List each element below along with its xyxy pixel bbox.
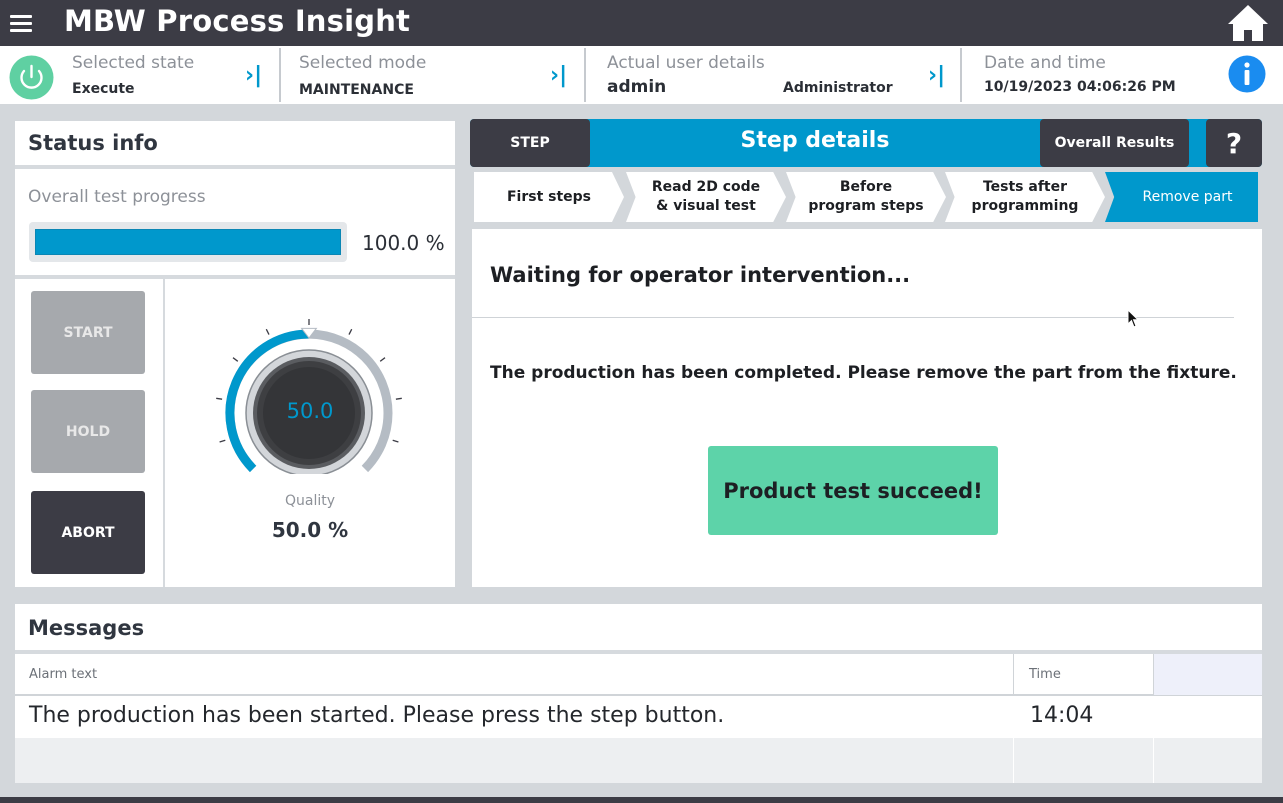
time-header[interactable]: Time xyxy=(1029,667,1061,682)
hold-button[interactable]: HOLD xyxy=(31,390,145,473)
table-row[interactable]: The production has been started. Please … xyxy=(15,696,1262,738)
messages-title: Messages xyxy=(28,616,145,640)
state-chevron-icon[interactable]: ›| xyxy=(245,65,262,87)
step-tests-after-programming[interactable]: Tests after programming xyxy=(945,172,1105,222)
divider xyxy=(279,48,281,102)
app-window: MBW Process Insight Selected state Execu… xyxy=(0,0,1283,803)
blank-header-cell xyxy=(1154,654,1262,695)
power-icon[interactable] xyxy=(9,55,54,100)
progress-fill xyxy=(35,229,341,255)
divider xyxy=(1013,654,1014,696)
alarm-text-header[interactable]: Alarm text xyxy=(29,667,97,682)
selected-mode-value: MAINTENANCE xyxy=(299,82,414,98)
top-bar: MBW Process Insight xyxy=(0,0,1283,46)
selected-state-label: Selected state xyxy=(72,53,195,73)
divider xyxy=(960,48,962,102)
home-icon[interactable] xyxy=(1226,3,1270,43)
user-role: Administrator xyxy=(783,80,893,96)
divider xyxy=(472,317,1234,318)
product-test-result-button[interactable]: Product test succeed! xyxy=(708,446,998,535)
gauge-tick xyxy=(379,357,386,362)
progress-bar xyxy=(29,222,347,262)
user-name: admin xyxy=(607,77,667,97)
gauge-tick xyxy=(219,439,226,443)
messages-panel: Messages Alarm text Time The production … xyxy=(15,604,1262,783)
progress-value: 100.0 % xyxy=(362,231,445,255)
divider xyxy=(1153,738,1154,783)
divider xyxy=(15,165,455,169)
selected-state-value: Execute xyxy=(72,81,135,97)
overall-results-button[interactable]: Overall Results xyxy=(1040,119,1189,167)
quality-gauge xyxy=(216,319,402,474)
divider xyxy=(15,275,455,279)
bottom-border xyxy=(0,797,1283,803)
abort-button[interactable]: ABORT xyxy=(31,491,145,574)
step-before-program[interactable]: Before program steps xyxy=(786,172,946,222)
table-header: Alarm text Time xyxy=(15,654,1262,696)
step-read-2d-code[interactable]: Read 2D code & visual test xyxy=(626,172,786,222)
info-bar: Selected state Execute ›| Selected mode … xyxy=(0,46,1283,104)
divider xyxy=(163,279,165,587)
datetime-label: Date and time xyxy=(984,53,1106,73)
user-chevron-icon[interactable]: ›| xyxy=(928,65,945,87)
datetime-value: 10/19/2023 04:06:26 PM xyxy=(984,79,1176,95)
step-button[interactable]: STEP xyxy=(470,119,590,167)
selected-mode-label: Selected mode xyxy=(299,53,427,73)
divider xyxy=(584,48,586,102)
step-heading: Waiting for operator intervention... xyxy=(490,263,911,287)
step-first-steps[interactable]: First steps xyxy=(474,172,624,222)
table-row-empty xyxy=(15,738,1262,783)
gauge-tick xyxy=(265,328,270,335)
step-remove-part[interactable]: Remove part xyxy=(1105,172,1258,222)
quality-label: Quality xyxy=(284,493,336,509)
status-info-panel: Status info Overall test progress 100.0 … xyxy=(15,121,455,587)
divider xyxy=(1013,738,1014,783)
mode-chevron-icon[interactable]: ›| xyxy=(550,65,567,87)
gauge-tick xyxy=(395,397,402,400)
step-content-panel: Waiting for operator intervention... The… xyxy=(472,229,1262,587)
user-details-label: Actual user details xyxy=(607,53,765,73)
help-button[interactable]: ? xyxy=(1206,119,1262,167)
gauge-tick xyxy=(392,439,399,443)
app-title: MBW Process Insight xyxy=(64,4,411,38)
step-breadcrumb: First steps Read 2D code & visual test B… xyxy=(470,170,1262,226)
gauge-value: 50.0 xyxy=(286,399,334,423)
quality-value: 50.0 % xyxy=(271,518,349,542)
gauge-tick xyxy=(232,357,239,362)
mouse-cursor-icon xyxy=(1127,309,1140,328)
menu-icon[interactable] xyxy=(10,15,32,32)
info-icon[interactable] xyxy=(1228,55,1266,93)
start-button[interactable]: START xyxy=(31,291,145,374)
step-details-title: Step details xyxy=(740,128,890,153)
alarm-text-cell: The production has been started. Please … xyxy=(29,703,725,728)
gauge-tick xyxy=(216,397,223,400)
progress-label: Overall test progress xyxy=(28,187,206,207)
gauge-tick xyxy=(348,328,353,335)
status-info-title: Status info xyxy=(28,131,158,155)
time-cell: 14:04 xyxy=(1030,703,1094,728)
step-message: The production has been completed. Pleas… xyxy=(490,363,1237,383)
